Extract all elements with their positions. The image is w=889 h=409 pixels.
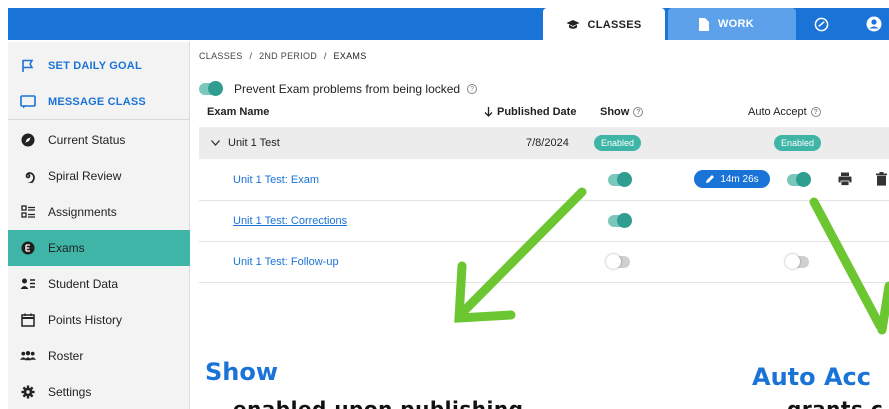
arrow-to-auto-accept [809, 197, 885, 331]
annotation-auto-accept-title: Auto Acc [752, 363, 872, 391]
arrow-head-auto-accept [877, 281, 889, 335]
annotation-show-subtitle: enabled upon publishing [233, 397, 524, 409]
annotation-arrows [454, 187, 889, 335]
arrow-to-show [458, 187, 587, 317]
annotation-auto-accept-subtitle: grants c [787, 397, 884, 409]
annotation-show-title: Show [205, 358, 279, 386]
